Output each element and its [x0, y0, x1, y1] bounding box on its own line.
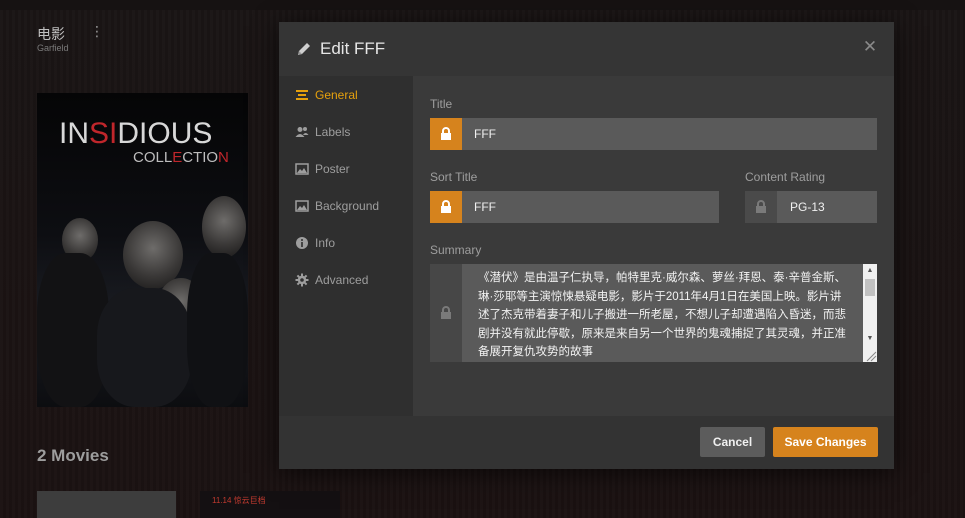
sidebar-item-label: Advanced: [315, 273, 369, 287]
sort-title-input[interactable]: FFF: [474, 191, 496, 223]
poster-title: INSIDIOUS: [59, 117, 213, 150]
lock-icon: [756, 200, 766, 213]
dialog-footer: Cancel Save Changes: [279, 416, 894, 469]
summary-label: Summary: [430, 243, 482, 257]
sidebar-item-advanced[interactable]: Advanced: [279, 270, 413, 290]
lock-toggle[interactable]: [430, 264, 462, 362]
sort-title-label: Sort Title: [430, 170, 478, 184]
dialog-sidebar: General Labels Poster Background Info Ad…: [279, 76, 413, 416]
sidebar-item-label: Labels: [315, 125, 351, 139]
dialog-header: Edit FFF ✕: [279, 22, 894, 76]
more-options-icon[interactable]: ⋮: [90, 24, 104, 38]
scroll-up-icon[interactable]: ▲: [863, 264, 877, 278]
content-rating-input[interactable]: PG-13: [790, 191, 825, 223]
lock-icon: [441, 127, 451, 140]
library-subtitle: Garfield: [37, 43, 69, 53]
poster-figure: [202, 196, 246, 258]
summary-textarea[interactable]: 《潜伏》是由温子仁执导，帕特里克·威尔森、萝丝·拜恩、泰·辛普金斯、琳·莎耶等主…: [462, 264, 863, 362]
info-icon: [296, 237, 308, 249]
library-title: 电影: [37, 26, 65, 42]
sidebar-item-label: General: [315, 88, 358, 102]
top-bar: [0, 0, 965, 10]
lock-toggle[interactable]: [745, 191, 777, 223]
movie-count: 2 Movies: [37, 446, 109, 465]
pencil-icon: [298, 43, 310, 55]
sidebar-item-background[interactable]: Background: [279, 196, 413, 216]
general-form: Title FFF Sort Title FFF Content Rating: [413, 76, 894, 416]
scroll-down-icon[interactable]: ▼: [863, 332, 877, 346]
poster-subtitle: COLLECTION: [133, 149, 229, 166]
sidebar-item-label: Info: [315, 236, 336, 250]
poster-figure: [97, 288, 192, 407]
lock-toggle[interactable]: [430, 191, 462, 223]
sort-title-field[interactable]: FFF: [430, 191, 719, 223]
cancel-button[interactable]: Cancel: [700, 427, 765, 457]
sidebar-item-poster[interactable]: Poster: [279, 159, 413, 179]
movie-thumbnail[interactable]: [37, 491, 176, 518]
sidebar-item-labels[interactable]: Labels: [279, 122, 413, 142]
edit-dialog: Edit FFF ✕ General Labels Poster Backgro…: [279, 22, 894, 469]
poster-figure: [187, 253, 248, 407]
movie-poster[interactable]: INSIDIOUS COLLECTION: [37, 93, 248, 407]
summary-field[interactable]: 《潜伏》是由温子仁执导，帕特里克·威尔森、萝丝·拜恩、泰·辛普金斯、琳·莎耶等主…: [430, 264, 877, 362]
summary-scrollbar[interactable]: ▲ ▼: [863, 264, 877, 362]
lock-toggle[interactable]: [430, 118, 462, 150]
sidebar-item-label: Background: [315, 199, 380, 213]
thumbnail-text: 11.14 惊云巨档: [212, 496, 266, 505]
sidebar-item-label: Poster: [315, 162, 350, 176]
image-icon: [295, 163, 309, 175]
scroll-thumb[interactable]: [865, 279, 875, 296]
gear-icon: [295, 273, 309, 287]
title-field[interactable]: FFF: [430, 118, 877, 150]
movie-thumbnail[interactable]: 11.14 惊云巨档: [200, 491, 340, 518]
title-input[interactable]: FFF: [474, 118, 496, 150]
image-icon: [295, 200, 309, 212]
dialog-title: Edit FFF: [320, 39, 386, 58]
close-icon[interactable]: ✕: [861, 38, 879, 56]
lock-icon: [441, 306, 451, 319]
sidebar-item-general[interactable]: General: [279, 85, 413, 105]
title-label: Title: [430, 97, 453, 111]
users-icon: [295, 127, 309, 137]
sidebar-item-info[interactable]: Info: [279, 233, 413, 253]
content-rating-field[interactable]: PG-13: [745, 191, 877, 223]
resize-grip-icon[interactable]: [863, 348, 877, 362]
list-icon: [296, 90, 308, 100]
content-rating-label: Content Rating: [745, 170, 826, 184]
lock-icon: [441, 200, 451, 213]
save-changes-button[interactable]: Save Changes: [773, 427, 878, 457]
